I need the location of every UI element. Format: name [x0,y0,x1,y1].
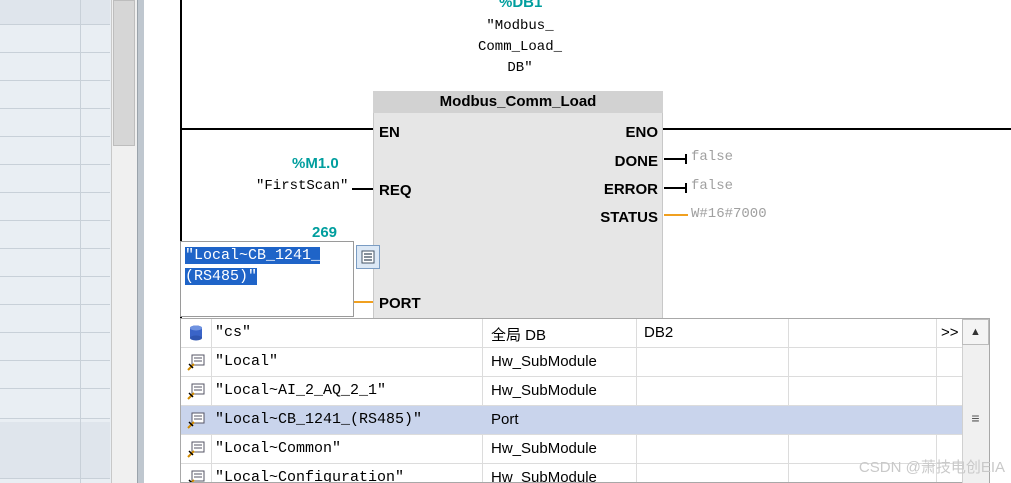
list-item-type: Port [491,411,519,428]
port-editor-line: "Local~CB_1241_ [185,247,321,264]
left-pane-row[interactable] [0,24,110,53]
port-value: 269 [312,224,338,241]
left-pane-row[interactable] [0,192,110,221]
list-icon[interactable] [356,245,380,269]
left-pane-row[interactable] [0,136,110,165]
port-wire [354,301,373,303]
list-item-type: 全局 DB [491,327,547,344]
hw-module-icon [187,411,205,429]
list-item-name: "Local~AI_2_AQ_2_1" [215,382,387,399]
port-editor-text[interactable]: "Local~CB_1241_ (RS485)" [185,245,321,287]
pin-en: EN [379,124,400,141]
pane-splitter[interactable] [137,0,144,483]
instance-db-name-line: Comm_Load_ [477,39,562,55]
function-block-title: Modbus_Comm_Load [373,91,663,113]
rung-wire [663,128,1011,130]
database-icon [187,324,205,342]
scroll-grip-icon[interactable]: ≡ [962,405,989,431]
status-value[interactable]: W#16#7000 [691,206,767,222]
left-pane-row[interactable] [0,304,110,333]
left-pane-row[interactable] [0,450,110,479]
hw-module-icon [187,469,205,482]
list-item-name: "Local~Common" [215,440,342,457]
list-item[interactable]: "Local~AI_2_AQ_2_1" Hw_SubModule [181,377,967,406]
list-item-type: Hw_SubModule [491,469,597,483]
pin-req: REQ [379,182,412,199]
list-item[interactable]: "Local~Common" Hw_SubModule [181,435,967,464]
list-item-name: "Local~Configuration" [215,469,405,483]
left-pane-row[interactable] [0,164,110,193]
left-pane-scroll-thumb[interactable] [113,0,135,146]
left-pane-row[interactable] [0,388,110,419]
hw-module-icon [187,382,205,400]
left-pane-row[interactable] [0,332,110,361]
hw-module-icon [187,353,205,371]
list-item-name: "Local" [215,353,279,370]
left-pane-row[interactable] [0,422,110,451]
left-pane-row[interactable] [0,52,110,81]
chevron-up-icon[interactable]: ▲ [962,319,989,345]
list-item-type: Hw_SubModule [491,440,597,457]
left-pane-row[interactable] [0,220,110,249]
instance-db-name-line: "Modbus_ [486,18,554,34]
expand-button[interactable]: >> [941,324,959,341]
list-item-number: DB2 [644,324,674,341]
left-pane-row[interactable] [0,0,110,25]
pin-eno: ENO [625,124,658,141]
list-item[interactable]: "Local~Configuration" Hw_SubModule [181,464,967,483]
list-item-selected[interactable]: "Local~CB_1241_(RS485)" Port [181,406,967,435]
req-wire [352,188,373,190]
pin-error: ERROR [603,181,658,198]
instance-db-address: %DB1 [499,0,543,11]
list-item-type: Hw_SubModule [491,382,597,399]
error-value[interactable]: false [691,178,733,194]
list-item-type: Hw_SubModule [491,353,597,370]
pin-status: STATUS [600,209,658,226]
list-item-name: "Local~CB_1241_(RS485)" [215,411,423,428]
req-address: %M1.0 [292,155,339,172]
column-divider [80,0,81,483]
rung-wire [182,128,373,130]
left-pane-row[interactable] [0,248,110,277]
left-pane-row[interactable] [0,80,110,109]
pin-port: PORT [379,295,421,312]
done-value[interactable]: false [691,149,733,165]
done-wire [664,158,686,160]
error-wire-tick [685,183,687,193]
pin-done: DONE [614,153,658,170]
left-pane-row[interactable] [0,276,110,305]
req-tag[interactable]: "FirstScan" [256,178,348,194]
instance-db-name-line: DB" [507,60,533,76]
list-item[interactable]: "Local" Hw_SubModule [181,348,967,377]
left-pane-row[interactable] [0,108,110,137]
port-editor-line: (RS485)" [185,268,258,285]
left-pane-row[interactable] [0,360,110,389]
done-wire-tick [685,154,687,164]
list-item[interactable]: "cs" 全局 DB DB2 >> [181,319,967,348]
error-wire [664,187,686,189]
watermark: CSDN @萧技电创EIA [858,459,1005,476]
hw-module-icon [187,440,205,458]
status-wire [664,214,688,216]
list-item-name: "cs" [215,324,252,341]
